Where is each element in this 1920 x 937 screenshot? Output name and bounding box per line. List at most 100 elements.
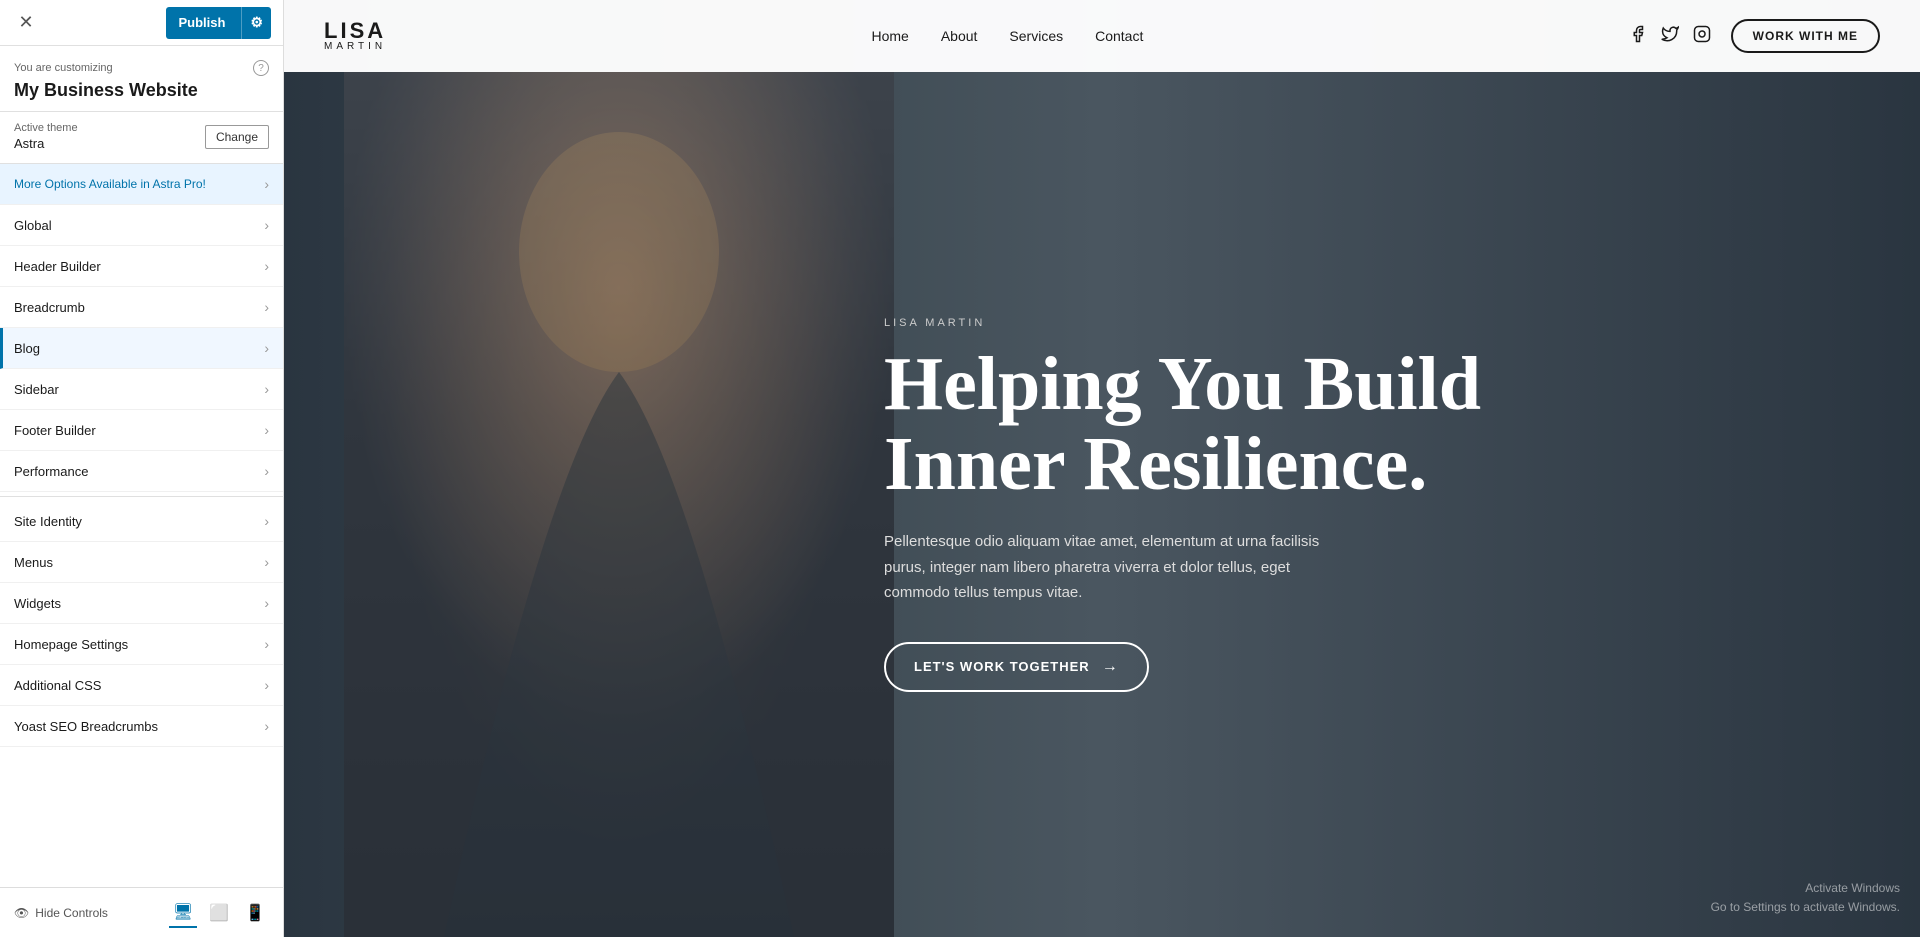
menu-item-label: Additional CSS (14, 678, 101, 693)
menu-item-blog[interactable]: Blog › (0, 328, 283, 369)
active-theme-label: Active theme (14, 122, 78, 134)
chevron-icon: › (264, 595, 269, 611)
site-logo: LISA MARTIN (324, 20, 386, 52)
menu-item-label: Widgets (14, 596, 61, 611)
nav-right: WORK WITH ME (1629, 19, 1880, 53)
menu-list: More Options Available in Astra Pro! › G… (0, 164, 283, 887)
tablet-device-button[interactable]: ⬜ (205, 898, 233, 928)
menu-item-label: Performance (14, 464, 88, 479)
hero-tag: LISA MARTIN (884, 317, 1564, 329)
social-icons (1629, 25, 1711, 48)
theme-name: Astra (14, 136, 78, 151)
publish-label: Publish (166, 15, 241, 30)
promo-chevron-icon: › (264, 176, 269, 192)
customizing-section: You are customizing ? My Business Websit… (0, 46, 283, 112)
chevron-icon: › (264, 422, 269, 438)
menu-item-label: Blog (14, 341, 40, 356)
menu-item-label: Header Builder (14, 259, 101, 274)
menu-item-footer-builder[interactable]: Footer Builder › (0, 410, 283, 451)
activate-watermark: Activate Windows Go to Settings to activ… (1711, 879, 1900, 917)
customizing-label: You are customizing (14, 62, 113, 74)
theme-info: Active theme Astra (14, 122, 78, 151)
hero-content: LISA MARTIN Helping You Build Inner Resi… (284, 72, 1920, 937)
promo-label: More Options Available in Astra Pro! (14, 177, 206, 191)
facebook-icon[interactable] (1629, 25, 1647, 48)
hide-controls-label: Hide Controls (35, 906, 108, 920)
site-name: My Business Website (14, 80, 269, 101)
desktop-device-button[interactable]: 🖥 (169, 898, 197, 928)
hero-cta-button[interactable]: LET'S WORK TOGETHER → (884, 642, 1149, 692)
instagram-icon[interactable] (1693, 25, 1711, 48)
hero-heading: Helping You Build Inner Resilience. (884, 345, 1564, 505)
menu-item-menus[interactable]: Menus › (0, 542, 283, 583)
arrow-icon: → (1102, 658, 1119, 676)
panel-header: ✕ Publish ⚙ (0, 0, 283, 46)
activate-line1: Activate Windows (1711, 879, 1900, 898)
chevron-icon: › (264, 513, 269, 529)
preview-area: LISA MARTIN Home About Services Contact (284, 0, 1920, 937)
eye-icon: 👁 (14, 906, 29, 920)
chevron-icon: › (264, 258, 269, 274)
promo-item[interactable]: More Options Available in Astra Pro! › (0, 164, 283, 205)
menu-items-container: Global›Header Builder›Breadcrumb›Blog›Si… (0, 205, 283, 747)
menu-item-additional-css[interactable]: Additional CSS › (0, 665, 283, 706)
work-with-me-button[interactable]: WORK WITH ME (1731, 19, 1880, 53)
nav-services[interactable]: Services (1009, 28, 1063, 44)
change-theme-button[interactable]: Change (205, 125, 269, 149)
site-nav: LISA MARTIN Home About Services Contact (284, 0, 1920, 72)
menu-item-global[interactable]: Global › (0, 205, 283, 246)
hero-cta-label: LET'S WORK TOGETHER (914, 659, 1090, 674)
menu-item-label: Menus (14, 555, 53, 570)
chevron-icon: › (264, 463, 269, 479)
hero-body: Pellentesque odio aliquam vitae amet, el… (884, 529, 1334, 606)
menu-item-breadcrumb[interactable]: Breadcrumb › (0, 287, 283, 328)
menu-item-label: Global (14, 218, 52, 233)
chevron-icon: › (264, 636, 269, 652)
menu-item-site-identity[interactable]: Site Identity › (0, 501, 283, 542)
menu-item-sidebar[interactable]: Sidebar › (0, 369, 283, 410)
publish-gear-icon[interactable]: ⚙ (241, 7, 271, 39)
chevron-icon: › (264, 340, 269, 356)
desktop-icon: 🖥 (173, 904, 193, 921)
menu-divider (0, 496, 283, 497)
nav-contact[interactable]: Contact (1095, 28, 1143, 44)
customizer-panel: ✕ Publish ⚙ You are customizing ? My Bus… (0, 0, 284, 937)
twitter-icon[interactable] (1661, 25, 1679, 48)
close-button[interactable]: ✕ (12, 9, 40, 37)
nav-home[interactable]: Home (871, 28, 908, 44)
menu-item-label: Footer Builder (14, 423, 96, 438)
help-icon[interactable]: ? (253, 60, 269, 76)
logo-name: LISA (324, 20, 386, 42)
menu-item-yoast-seo-breadcrumbs[interactable]: Yoast SEO Breadcrumbs › (0, 706, 283, 747)
menu-item-performance[interactable]: Performance › (0, 451, 283, 492)
publish-button[interactable]: Publish ⚙ (166, 7, 271, 39)
customizing-row: You are customizing ? (14, 60, 269, 76)
menu-item-widgets[interactable]: Widgets › (0, 583, 283, 624)
hide-controls-button[interactable]: 👁 Hide Controls (14, 906, 108, 920)
nav-links: Home About Services Contact (871, 28, 1143, 44)
menu-item-label: Homepage Settings (14, 637, 128, 652)
logo-sub: MARTIN (324, 42, 386, 52)
chevron-icon: › (264, 381, 269, 397)
menu-item-header-builder[interactable]: Header Builder › (0, 246, 283, 287)
tablet-icon: ⬜ (209, 905, 229, 922)
menu-item-label: Yoast SEO Breadcrumbs (14, 719, 158, 734)
chevron-icon: › (264, 718, 269, 734)
activate-line2: Go to Settings to activate Windows. (1711, 898, 1900, 917)
mobile-icon: 📱 (245, 905, 265, 922)
menu-item-homepage-settings[interactable]: Homepage Settings › (0, 624, 283, 665)
chevron-icon: › (264, 677, 269, 693)
panel-footer: 👁 Hide Controls 🖥 ⬜ 📱 (0, 887, 283, 937)
website-preview: LISA MARTIN Home About Services Contact (284, 0, 1920, 937)
chevron-icon: › (264, 554, 269, 570)
nav-about[interactable]: About (941, 28, 978, 44)
chevron-icon: › (264, 299, 269, 315)
chevron-icon: › (264, 217, 269, 233)
menu-item-label: Breadcrumb (14, 300, 85, 315)
close-icon: ✕ (18, 12, 33, 33)
device-buttons: 🖥 ⬜ 📱 (169, 898, 269, 928)
menu-item-label: Site Identity (14, 514, 82, 529)
menu-item-label: Sidebar (14, 382, 59, 397)
mobile-device-button[interactable]: 📱 (241, 898, 269, 928)
hero-text: LISA MARTIN Helping You Build Inner Resi… (884, 317, 1564, 691)
